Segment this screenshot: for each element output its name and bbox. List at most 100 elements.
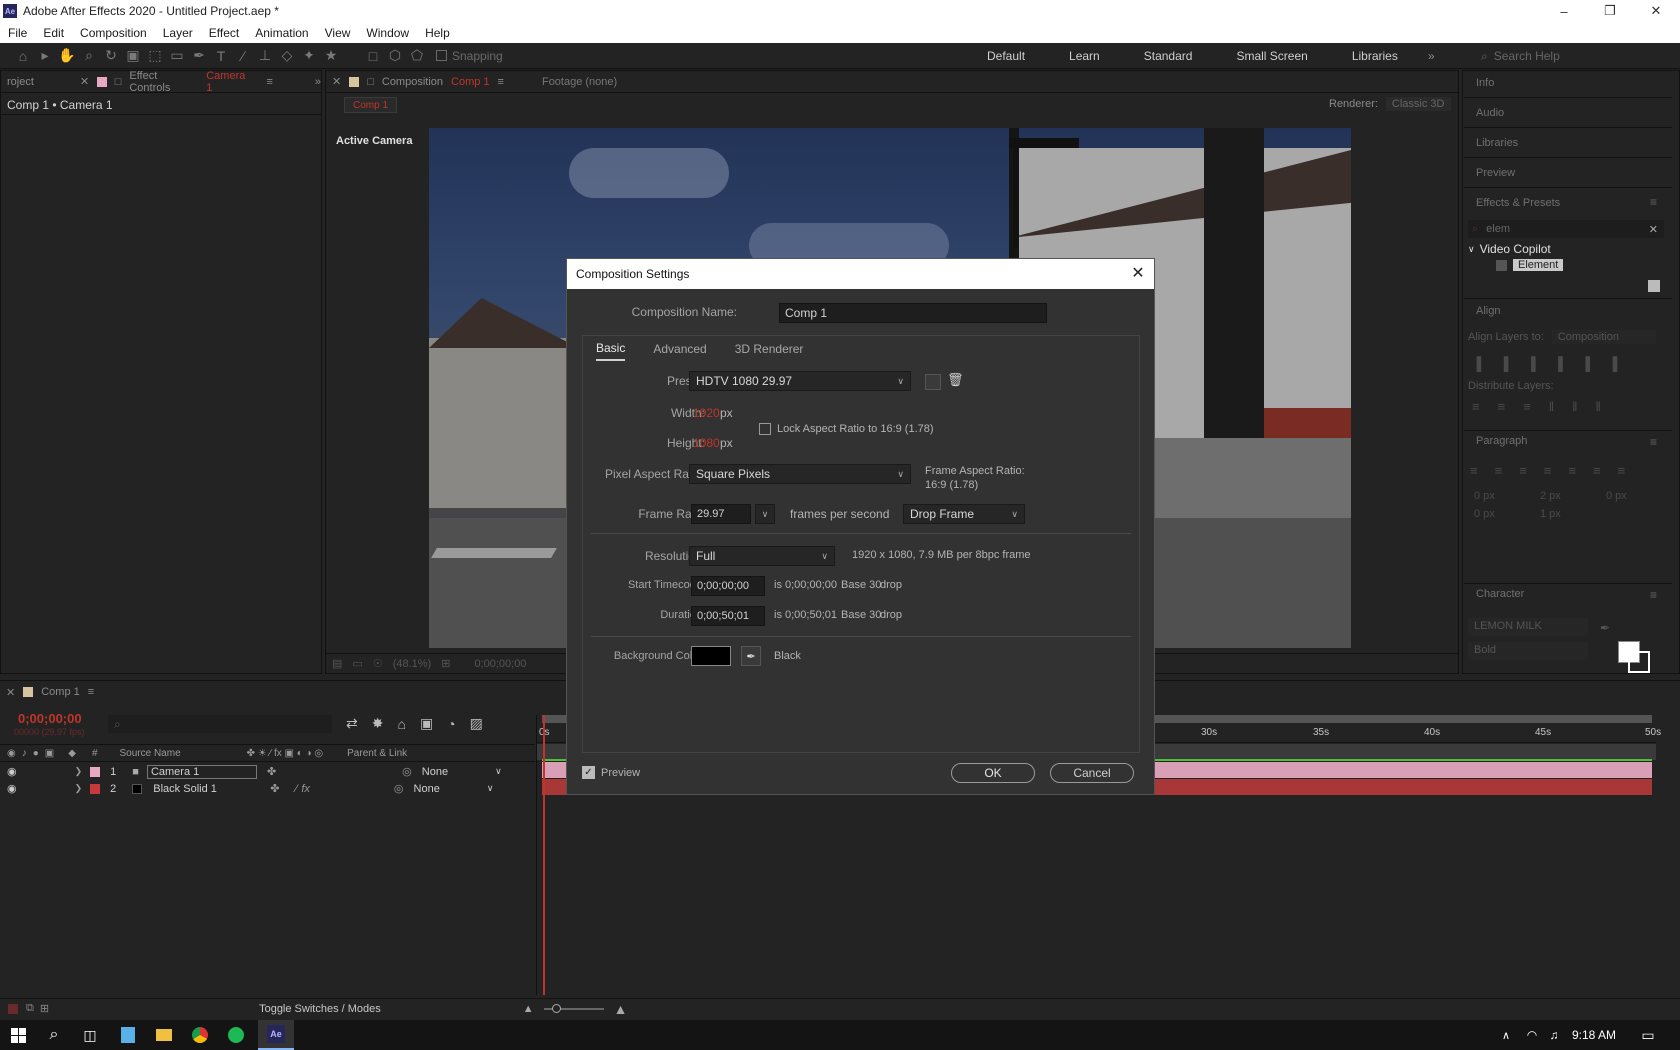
hand-tool-icon[interactable]: ✋	[56, 45, 78, 67]
shy-icon[interactable]: ⌂	[397, 716, 405, 732]
effects-item[interactable]: Element	[1496, 259, 1564, 271]
tab-composition[interactable]: Composition	[382, 76, 443, 88]
panel-menu-icon[interactable]: ≡	[88, 686, 94, 698]
menu-edit[interactable]: Edit	[43, 26, 64, 40]
panel-menu-icon[interactable]: ≡	[498, 76, 504, 88]
playhead[interactable]	[543, 715, 545, 995]
layer-name[interactable]: Camera 1	[146, 764, 257, 779]
align-bottom-icon[interactable]: ▐	[1608, 356, 1617, 371]
render-status-icon[interactable]	[8, 1003, 18, 1014]
lock-aspect-ratio[interactable]: Lock Aspect Ratio to 16:9 (1.78)	[759, 423, 934, 435]
file-explorer-icon[interactable]	[146, 1020, 182, 1050]
start-timecode-field[interactable]: 0;00;00;00	[691, 576, 765, 596]
space-after-value[interactable]: 1 px	[1540, 508, 1561, 520]
preview-section[interactable]: Preview	[1476, 167, 1515, 179]
pick-whip-icon[interactable]: ◎	[402, 765, 412, 778]
pick-whip-icon[interactable]: ◎	[394, 782, 404, 795]
panel-menu-icon[interactable]: ≡	[1650, 195, 1657, 209]
tab-project[interactable]: roject	[7, 76, 34, 88]
effects-presets-section[interactable]: Effects & Presets	[1476, 197, 1560, 209]
workspace-default[interactable]: Default	[965, 49, 1047, 63]
panel-menu-icon[interactable]: ≡	[1650, 435, 1657, 449]
layer-label-color[interactable]	[90, 783, 101, 794]
brush-tool-icon[interactable]: ∕	[232, 45, 254, 67]
notepad-icon[interactable]	[110, 1020, 146, 1050]
fx-switch-icon[interactable]: fx	[301, 783, 310, 795]
close-icon[interactable]: ✕	[332, 75, 341, 88]
layer-row[interactable]: ◉ ❯ 2 Black Solid 1 ✤ ∕ fx ◎ None ∨	[0, 780, 535, 797]
motion-blur-icon[interactable]: ◔	[447, 716, 455, 732]
character-section[interactable]: Character	[1476, 588, 1524, 600]
layer-row[interactable]: ◉ ❯ 1 ■ Camera 1 ✤ ◎ None ∨	[0, 763, 535, 780]
justify-icon[interactable]: ≡	[1593, 463, 1601, 478]
lock-aspect-checkbox[interactable]	[759, 423, 771, 435]
shy-switch-icon[interactable]: ✤	[267, 765, 276, 778]
search-help-input[interactable]: Search Help	[1494, 49, 1560, 63]
tab-comp-1[interactable]: Comp 1	[41, 686, 80, 698]
frame-rate-field[interactable]: 29.97	[691, 504, 751, 524]
chevron-down-icon[interactable]: ∨	[1468, 244, 1475, 255]
eyedropper-icon[interactable]: ✒	[1600, 621, 1610, 635]
close-window-button[interactable]: ✕	[1634, 0, 1678, 22]
align-top-icon[interactable]: ▐	[1554, 356, 1563, 371]
clock[interactable]: 9:18 AM	[1572, 1028, 1616, 1042]
draft-3d-icon[interactable]: ✸	[372, 715, 384, 732]
workspace-libraries[interactable]: Libraries	[1330, 49, 1420, 63]
align-section[interactable]: Align	[1476, 305, 1500, 317]
snapping-toggle[interactable]: Snapping	[436, 49, 503, 63]
lock-icon[interactable]: ▣	[45, 748, 54, 759]
delete-preset-icon[interactable]: 🗑	[947, 372, 964, 388]
info-section[interactable]: Info	[1476, 77, 1494, 89]
distribute-icon[interactable]: ‖	[1596, 399, 1601, 414]
spotify-icon[interactable]	[218, 1020, 254, 1050]
windows-start-icon[interactable]	[0, 1020, 36, 1050]
align-layers-to-select[interactable]: Composition	[1551, 330, 1656, 344]
region-icon[interactable]: ▤	[332, 657, 342, 670]
align-left-icon[interactable]: ▐	[1472, 356, 1481, 371]
frame-blend-icon[interactable]: ▣	[420, 715, 433, 732]
distribute-icon[interactable]: ‖	[1572, 399, 1577, 414]
resolution-select[interactable]: Full ∨	[689, 546, 835, 566]
expand-chevron-icon[interactable]: ❯	[75, 766, 83, 777]
snapping-checkbox[interactable]	[436, 50, 447, 61]
renderer-value[interactable]: Classic 3D	[1385, 97, 1451, 111]
chevron-right-icon[interactable]: »	[1420, 49, 1443, 63]
menu-file[interactable]: File	[8, 26, 27, 40]
effects-search-input[interactable]: elem	[1486, 223, 1510, 235]
align-hcenter-icon[interactable]: ▐	[1499, 356, 1508, 371]
indent-left-value[interactable]: 0 px	[1474, 490, 1495, 502]
layer-name[interactable]: Black Solid 1	[150, 783, 260, 795]
menu-window[interactable]: Window	[366, 26, 409, 40]
pen-tool-icon[interactable]: ✒	[188, 45, 210, 67]
comp-breadcrumb[interactable]: Comp 1	[344, 97, 398, 113]
timeline-timecode[interactable]: 0;00;00;00	[18, 711, 82, 726]
mask-icon[interactable]: ☉	[373, 657, 383, 670]
drop-frame-select[interactable]: Drop Frame ∨	[903, 504, 1025, 524]
grid-icon[interactable]: ⊞	[441, 657, 450, 670]
chrome-icon[interactable]	[182, 1020, 218, 1050]
para-center-icon[interactable]: ≡	[1495, 463, 1503, 478]
type-tool-icon[interactable]: T	[210, 45, 232, 67]
ok-button[interactable]: OK	[951, 763, 1035, 783]
visibility-icon[interactable]: ◉	[7, 782, 17, 795]
layer-search[interactable]: ⌕	[108, 715, 332, 733]
libraries-section[interactable]: Libraries	[1476, 137, 1518, 149]
indent-first-value[interactable]: 2 px	[1540, 490, 1561, 502]
chevron-double-right-icon[interactable]: »	[315, 76, 321, 88]
zoom-tool-icon[interactable]: ⌕	[78, 45, 100, 67]
menu-animation[interactable]: Animation	[255, 26, 308, 40]
notifications-icon[interactable]: ▭	[1630, 1020, 1666, 1050]
parent-select[interactable]: None ∨	[422, 766, 502, 778]
height-value[interactable]: 1080	[693, 436, 720, 450]
distribute-icon[interactable]: ‖	[1549, 399, 1554, 414]
axis-local-icon[interactable]: □	[362, 45, 384, 67]
eyedropper-icon[interactable]: ✒	[741, 646, 761, 666]
preset-select[interactable]: HDTV 1080 29.97 ∨	[689, 371, 911, 391]
rectangle-tool-icon[interactable]: ▭	[166, 45, 188, 67]
audio-section[interactable]: Audio	[1476, 107, 1504, 119]
align-right-icon[interactable]: ▐	[1526, 356, 1535, 371]
effects-group[interactable]: ∨ Video Copilot	[1468, 242, 1551, 256]
par-select[interactable]: Square Pixels ∨	[689, 464, 911, 484]
expand-chevron-icon[interactable]: ❯	[75, 783, 83, 794]
dialog-close-icon[interactable]: ✕	[1128, 263, 1148, 283]
